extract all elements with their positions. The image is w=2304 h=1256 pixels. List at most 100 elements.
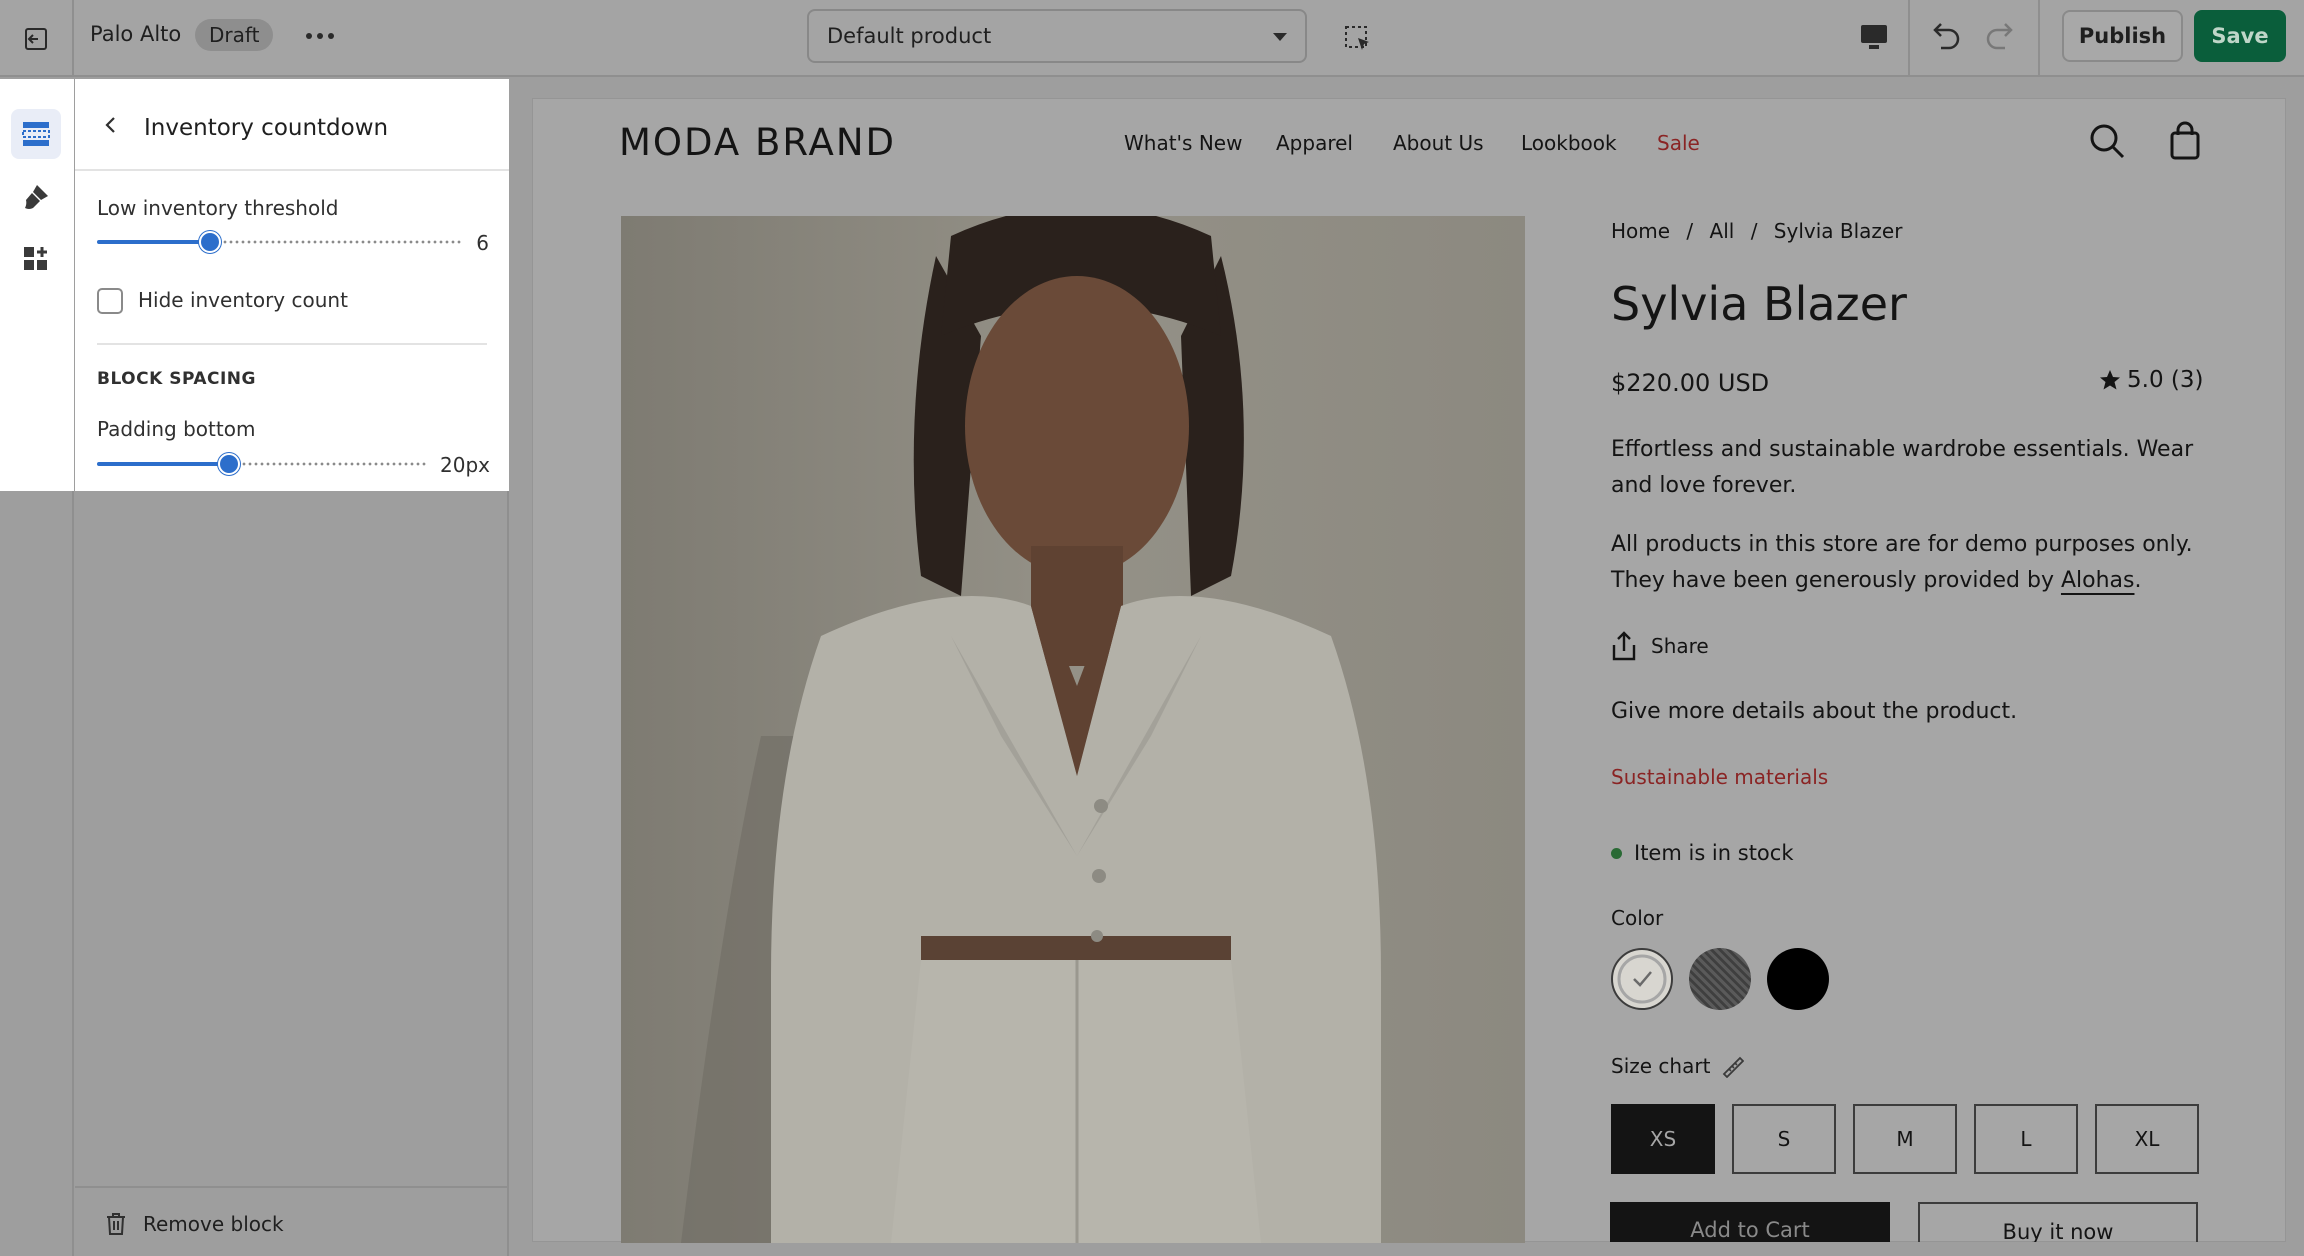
breadcrumb: Home / All / Sylvia Blazer: [1611, 219, 1912, 243]
toolbar-divider: [1908, 0, 1910, 77]
section-heading: BLOCK SPACING: [97, 369, 256, 389]
product-title: Sylvia Blazer: [1611, 277, 1907, 331]
star-icon: [2100, 370, 2120, 390]
nav-link-about-us[interactable]: About Us: [1393, 131, 1484, 155]
slider-track: [241, 462, 427, 466]
theme-settings-button[interactable]: [11, 172, 61, 222]
paintbrush-icon: [25, 185, 48, 209]
remove-block-label: Remove block: [143, 1212, 284, 1236]
sections-icon: [22, 122, 50, 146]
nav-link-sale[interactable]: Sale: [1657, 131, 1700, 155]
stock-indicator-dot: [1611, 847, 1622, 859]
settings-panel: Inventory countdown Low inventory thresh…: [75, 79, 509, 1256]
select-cursor-icon: [1345, 26, 1369, 50]
color-label: Color: [1611, 906, 1664, 930]
inventory-status: Item is in stock: [1611, 841, 1793, 865]
status-badge: Draft: [195, 19, 274, 51]
publish-button[interactable]: Publish: [2062, 10, 2183, 62]
size-option-xl[interactable]: XL: [2095, 1104, 2199, 1174]
sections-button[interactable]: [11, 109, 61, 159]
more-actions-button[interactable]: [299, 18, 341, 54]
remove-block-button[interactable]: Remove block: [105, 1212, 284, 1236]
template-select-value: Default product: [827, 24, 992, 48]
product-description: Effortless and sustainable wardrobe esse…: [1611, 437, 2194, 498]
desktop-preview-button[interactable]: [1852, 16, 1896, 58]
panel-title: Inventory countdown: [144, 115, 389, 141]
size-option-l[interactable]: L: [1974, 1104, 2078, 1174]
size-chart-link[interactable]: Size chart: [1611, 1054, 1745, 1078]
nav-link-apparel[interactable]: Apparel: [1276, 131, 1353, 155]
product-rating: 5.0 (3): [2099, 367, 2203, 393]
alohas-link[interactable]: Alohas: [2061, 568, 2135, 593]
rating-text: 5.0 (3): [2127, 367, 2204, 393]
slider-thumb[interactable]: [199, 231, 221, 253]
undo-button[interactable]: [1926, 14, 1968, 56]
color-swatch-black[interactable]: [1767, 948, 1829, 1010]
padding-value: 20px: [440, 453, 490, 477]
panel-footer: Remove block: [75, 1186, 509, 1256]
search-icon[interactable]: [2087, 121, 2127, 161]
redo-button[interactable]: [1978, 14, 2020, 56]
top-bar: Palo Alto Draft Default product Publish …: [0, 0, 2304, 77]
redo-icon: [1986, 23, 2013, 50]
exit-editor-button[interactable]: [0, 0, 74, 77]
store-preview: MODA BRAND What's New Apparel About Us L…: [532, 98, 2286, 1243]
inspector-toggle-button[interactable]: [1338, 19, 1378, 59]
exit-icon: [25, 27, 47, 50]
store-logo[interactable]: MODA BRAND: [619, 121, 896, 164]
size-chart-label: Size chart: [1611, 1054, 1711, 1078]
checkmark-icon: [1617, 954, 1667, 1004]
size-option-s[interactable]: S: [1732, 1104, 1836, 1174]
padding-label: Padding bottom: [97, 417, 256, 441]
save-button[interactable]: Save: [2194, 10, 2286, 62]
ellipsis-icon: [306, 33, 334, 39]
slider-thumb[interactable]: [218, 453, 240, 475]
size-option-xs[interactable]: XS: [1611, 1104, 1715, 1174]
trash-icon: [107, 1213, 125, 1235]
settings-panel-body: Inventory countdown Low inventory thresh…: [75, 79, 509, 491]
toolbar-divider: [2038, 0, 2040, 77]
hide-inventory-label: Hide inventory count: [138, 288, 348, 312]
panel-divider: [97, 343, 487, 345]
breadcrumb-all[interactable]: All: [1710, 219, 1735, 243]
breadcrumb-current: Sylvia Blazer: [1773, 219, 1903, 243]
apps-icon: [24, 247, 47, 270]
threshold-label: Low inventory threshold: [97, 196, 339, 220]
desktop-icon: [1861, 25, 1887, 49]
product-image: [621, 216, 1525, 1243]
panel-header: Inventory countdown: [75, 79, 509, 171]
product-price: $220.00 USD: [1611, 369, 1770, 397]
template-select[interactable]: Default product: [807, 9, 1307, 63]
chevron-down-icon: [1273, 33, 1287, 41]
nav-link-lookbook[interactable]: Lookbook: [1521, 131, 1617, 155]
ruler-icon: [1723, 1056, 1745, 1078]
demo-notice-end: .: [2134, 568, 2142, 593]
color-swatch-light[interactable]: [1611, 948, 1673, 1010]
breadcrumb-separator: /: [1750, 219, 1758, 243]
slider-fill: [97, 240, 210, 244]
threshold-value: 6: [476, 231, 489, 255]
share-button[interactable]: Share: [1611, 631, 1709, 661]
back-button[interactable]: [95, 109, 127, 141]
sustainable-materials-text: Sustainable materials: [1611, 765, 1829, 789]
nav-link-whats-new[interactable]: What's New: [1124, 131, 1242, 155]
demo-notice: All products in this store are for demo …: [1611, 527, 2201, 599]
app-embeds-button[interactable]: [11, 234, 61, 284]
editor-rail: [0, 79, 74, 1256]
chevron-left-icon: [105, 117, 115, 133]
slider-track: [222, 240, 462, 244]
store-name: Palo Alto: [90, 22, 182, 46]
undo-icon: [1933, 23, 1960, 50]
threshold-slider[interactable]: [97, 231, 462, 253]
share-label: Share: [1651, 634, 1709, 658]
breadcrumb-home[interactable]: Home: [1611, 219, 1670, 243]
shopping-bag-icon[interactable]: [2167, 121, 2203, 161]
hide-inventory-checkbox[interactable]: [97, 288, 123, 314]
breadcrumb-separator: /: [1686, 219, 1694, 243]
size-option-m[interactable]: M: [1853, 1104, 1957, 1174]
color-swatch-grey[interactable]: [1689, 948, 1751, 1010]
padding-slider[interactable]: [97, 453, 427, 475]
product-details-text: Give more details about the product.: [1611, 699, 2018, 724]
inventory-status-text: Item is in stock: [1634, 841, 1794, 865]
share-icon: [1612, 631, 1636, 661]
